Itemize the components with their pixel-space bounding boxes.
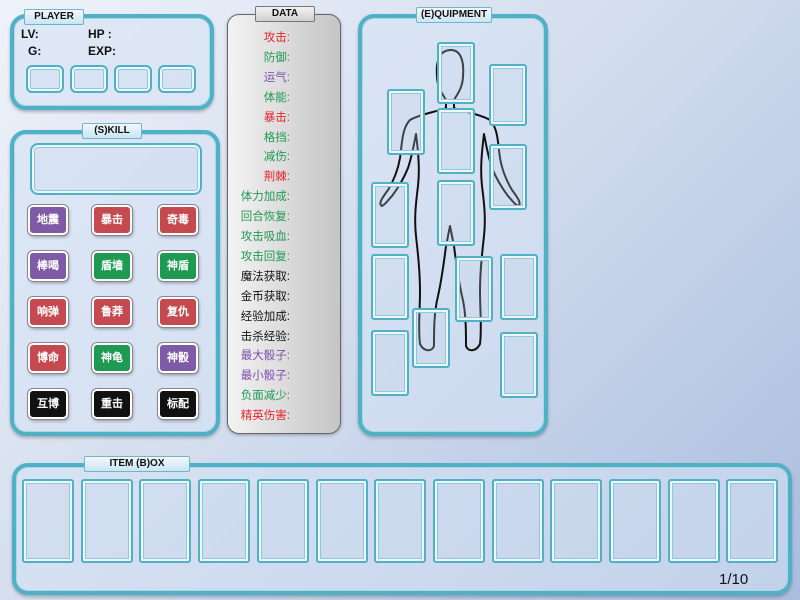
player-slot-1[interactable]: [26, 65, 64, 93]
stat-label: 攻击:: [263, 32, 290, 44]
skill-button[interactable]: 地震: [28, 205, 68, 235]
stat-label: 运气:: [263, 71, 290, 84]
equip-slot-leg-right[interactable]: [500, 254, 538, 320]
skill-button[interactable]: 暴击: [92, 205, 132, 235]
item-slot[interactable]: [256, 479, 309, 563]
stat-label: 回合恢复:: [240, 211, 290, 224]
equip-slot-shoulder-left[interactable]: [387, 89, 425, 155]
gold-label: G:: [28, 44, 42, 58]
skill-button[interactable]: 标配: [158, 389, 198, 419]
player-panel: [10, 14, 214, 110]
stat-label: 暴击:: [263, 111, 290, 124]
stat-label: 攻击吸血:: [240, 231, 290, 243]
player-slot-4[interactable]: [158, 65, 196, 93]
stat-label: 击杀经验:: [240, 330, 290, 343]
skill-button[interactable]: 互博: [28, 389, 68, 419]
skill-button[interactable]: 鲁莽: [92, 297, 132, 327]
exp-label: EXP:: [88, 44, 117, 58]
skill-button[interactable]: 重击: [92, 389, 132, 419]
item-slot[interactable]: [550, 479, 603, 563]
equip-slot-head[interactable]: [437, 42, 475, 104]
skill-button[interactable]: 博命: [28, 343, 68, 373]
lv-label: LV:: [21, 27, 39, 41]
stat-label: 荆棘:: [263, 171, 290, 184]
item-slot[interactable]: [609, 479, 661, 563]
stat-label: 格挡:: [263, 131, 290, 144]
stat-label: 魔法获取:: [240, 270, 290, 283]
equip-slot-foot-inner[interactable]: [412, 308, 450, 368]
stat-label: 经验加成:: [240, 310, 290, 323]
item-slot[interactable]: [198, 479, 251, 563]
equip-slot-chest[interactable]: [437, 108, 475, 174]
equip-slot-waist[interactable]: [437, 180, 475, 246]
stat-label: 体能:: [263, 91, 290, 104]
item-slot[interactable]: [726, 479, 779, 563]
skill-description-box: [30, 143, 202, 195]
equip-slot-foot-right[interactable]: [500, 332, 538, 398]
skill-button[interactable]: 神龟: [92, 343, 132, 373]
item-slot[interactable]: [315, 479, 368, 563]
stat-label: 最大骰子:: [240, 350, 290, 363]
equip-slot-shoulder-right[interactable]: [489, 64, 527, 126]
stat-label: 防御:: [263, 51, 290, 64]
item-box-tab: ITEM (B)OX: [84, 456, 190, 472]
stat-label: 负面减少:: [240, 390, 290, 403]
equipment-tab: (E)QUIPMENT: [416, 7, 492, 23]
item-slot[interactable]: [491, 479, 544, 563]
stat-label: 体力加成:: [240, 191, 290, 204]
skill-button[interactable]: 神骰: [158, 343, 198, 373]
player-tab: PLAYER: [24, 9, 84, 25]
equip-slot-leg-left[interactable]: [371, 254, 409, 320]
item-slot[interactable]: [432, 479, 485, 563]
item-slot[interactable]: [80, 479, 133, 563]
stat-label: 减伤:: [263, 151, 290, 164]
stat-label: 金币获取:: [240, 290, 290, 303]
data-tab: DATA: [255, 6, 315, 22]
hp-label: HP :: [88, 27, 112, 41]
skill-tab: (S)KILL: [82, 123, 142, 139]
stat-label: 最小骰子:: [240, 370, 290, 383]
skill-button[interactable]: 奇毒: [158, 205, 198, 235]
item-slot[interactable]: [667, 479, 720, 563]
player-slot-2[interactable]: [70, 65, 108, 93]
page-indicator[interactable]: 1/10: [719, 571, 748, 588]
equip-slot-arm-right[interactable]: [489, 144, 527, 210]
skill-button[interactable]: 响弹: [28, 297, 68, 327]
player-slot-3[interactable]: [114, 65, 152, 93]
skill-button[interactable]: 盾墙: [92, 251, 132, 281]
equip-slot-hand-left[interactable]: [371, 182, 409, 248]
stat-label: 攻击回复:: [240, 250, 290, 263]
equip-slot-foot-left[interactable]: [371, 330, 409, 396]
stat-label: 精英伤害:: [240, 410, 290, 423]
item-slot[interactable]: [22, 479, 74, 563]
skill-button[interactable]: 复仇: [158, 297, 198, 327]
item-slot[interactable]: [374, 479, 427, 563]
item-slot[interactable]: [139, 479, 192, 563]
equip-slot-leg-center[interactable]: [455, 256, 493, 322]
skill-button[interactable]: 棒喝: [28, 251, 68, 281]
skill-button[interactable]: 神盾: [158, 251, 198, 281]
